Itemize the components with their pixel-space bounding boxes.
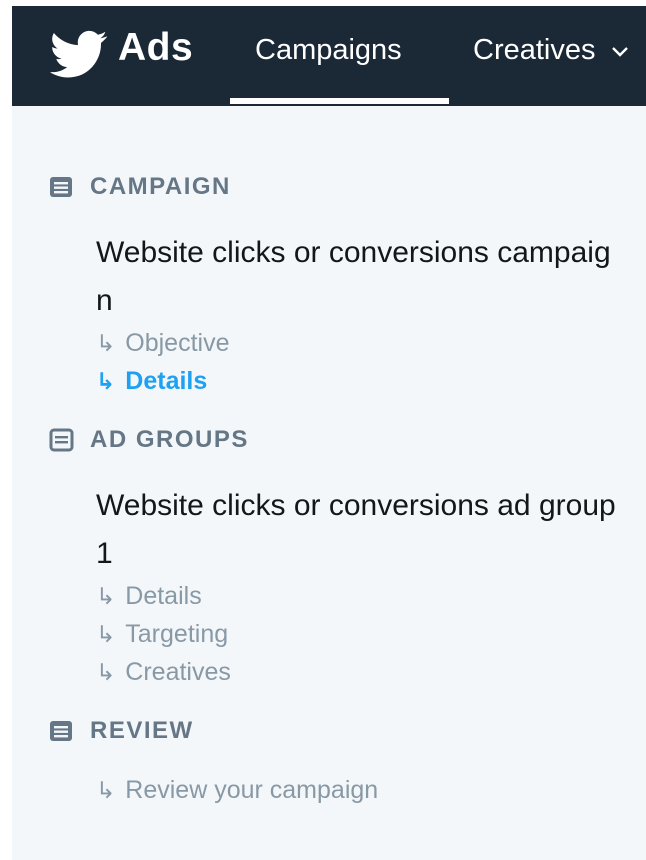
app-frame: Ads Campaigns Creatives CAMPAIGN Website… <box>12 6 646 860</box>
section-title: CAMPAIGN <box>90 173 231 200</box>
section-heading-ad-groups: AD GROUPS <box>48 426 249 454</box>
step-details[interactable]: ↳ Details <box>96 582 202 611</box>
campaign-name[interactable]: Website clicks or conversions campaign <box>96 229 616 325</box>
step-arrow-icon: ↳ <box>96 659 116 685</box>
step-review-campaign[interactable]: ↳ Review your campaign <box>96 776 378 805</box>
twitter-bird-icon[interactable] <box>50 30 108 80</box>
step-arrow-icon: ↳ <box>96 777 116 803</box>
ad-group-name[interactable]: Website clicks or conversions ad group 1 <box>96 482 616 578</box>
tab-campaigns[interactable]: Campaigns <box>255 34 402 67</box>
step-label: Targeting <box>125 620 229 648</box>
stack-icon <box>50 177 72 197</box>
ad-groups-icon <box>49 428 74 452</box>
top-navigation-bar: Ads Campaigns Creatives <box>12 6 646 106</box>
section-heading-review: REVIEW <box>48 717 194 745</box>
chevron-down-icon <box>611 47 628 58</box>
step-arrow-icon: ↳ <box>96 583 116 609</box>
step-objective[interactable]: ↳ Objective <box>96 329 230 358</box>
step-label: Review your campaign <box>125 776 379 804</box>
step-targeting[interactable]: ↳ Targeting <box>96 620 228 649</box>
step-arrow-icon: ↳ <box>96 368 116 394</box>
ads-brand-label[interactable]: Ads <box>118 26 193 70</box>
step-label: Objective <box>125 329 230 357</box>
tab-creatives-label: Creatives <box>473 34 596 66</box>
step-arrow-icon: ↳ <box>96 330 116 356</box>
active-tab-indicator <box>230 98 449 104</box>
step-label: Details <box>125 582 202 610</box>
section-heading-campaign: CAMPAIGN <box>48 173 231 201</box>
step-label: Creatives <box>125 658 231 686</box>
section-title: AD GROUPS <box>90 426 249 453</box>
step-details-active[interactable]: ↳ Details <box>96 367 207 396</box>
step-arrow-icon: ↳ <box>96 621 116 647</box>
stack-icon <box>50 721 72 741</box>
tab-campaigns-label: Campaigns <box>255 34 402 66</box>
step-creatives[interactable]: ↳ Creatives <box>96 658 231 687</box>
tab-creatives[interactable]: Creatives <box>473 34 630 67</box>
section-title: REVIEW <box>90 717 194 744</box>
step-label: Details <box>125 367 208 395</box>
